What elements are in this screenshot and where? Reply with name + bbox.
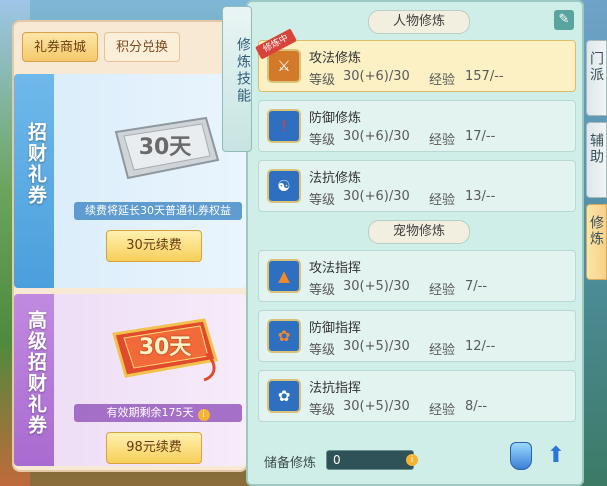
exp-label: 经验 — [429, 403, 456, 418]
side-tab-cultivation[interactable]: 修炼 — [586, 204, 607, 280]
info-icon[interactable]: i — [406, 454, 418, 466]
skill-exp: 8/-- — [465, 399, 488, 414]
silver-ticket-image: 30天 — [106, 114, 224, 184]
card-title: 高级招财礼券 — [25, 310, 47, 436]
skill-exp: 12/-- — [465, 339, 496, 354]
skill-level: 30(+5)/30 — [343, 339, 410, 354]
side-tab-sect[interactable]: 门派 — [586, 40, 607, 116]
side-tab-assist[interactable]: 辅助 — [586, 122, 607, 198]
skill-level: 30(+5)/30 — [343, 279, 410, 294]
potion-icon[interactable] — [510, 442, 532, 470]
cultivation-panel: 人物修炼 ✎ ⚔ 修炼中 攻法修炼 等级 30(+6)/30 经验 157/--… — [246, 0, 584, 486]
section-header-label: 人物修炼 — [367, 10, 470, 34]
edit-icon[interactable]: ✎ — [554, 10, 574, 30]
section-header-character: 人物修炼 — [324, 10, 514, 34]
skill-row-magic-resist-command[interactable]: ✿ 法抗指挥 等级 30(+5)/30 经验 8/-- — [258, 370, 576, 422]
skill-exp: 17/-- — [465, 129, 496, 144]
skill-level: 30(+6)/30 — [343, 69, 410, 84]
card-note: 续费将延长30天普通礼券权益 — [74, 202, 242, 220]
exp-label: 经验 — [429, 283, 456, 298]
side-tab-label: 门派 — [588, 51, 604, 83]
skill-level: 30(+6)/30 — [343, 189, 410, 204]
exp-label: 经验 — [429, 133, 456, 148]
exp-label: 经验 — [429, 343, 456, 358]
level-label: 等级 — [309, 283, 336, 298]
ticket-text: 30天 — [138, 335, 192, 360]
level-label: 等级 — [309, 343, 336, 358]
side-tab-label: 辅助 — [588, 133, 604, 165]
sword-shield-icon: ⚔ — [267, 49, 301, 83]
skill-row-magic-resist-cultivation[interactable]: ☯ 法抗修炼 等级 30(+6)/30 经验 13/-- — [258, 160, 576, 212]
skill-name: 法抗修炼 — [309, 171, 362, 186]
skill-level: 30(+6)/30 — [343, 129, 410, 144]
tab-cultivation-skills[interactable]: 修炼技能 — [222, 6, 252, 152]
exp-label: 经验 — [429, 73, 456, 88]
renew-98-button[interactable]: 98元续费 — [106, 432, 202, 464]
tab-coupon-mall[interactable]: 礼券商城 — [22, 32, 98, 62]
renew-30-button[interactable]: 30元续费 — [106, 230, 202, 262]
ticket-text: 30天 — [138, 135, 192, 160]
skill-name: 防御指挥 — [309, 321, 362, 336]
tab-label: 修炼技能 — [235, 37, 251, 105]
card-title: 招财礼券 — [25, 122, 47, 206]
yin-yang-icon: ☯ — [267, 169, 301, 203]
paw-shield-icon: ✿ — [267, 319, 301, 353]
reserve-cultivation-label: 储备修炼 — [264, 456, 317, 471]
pennant-icon: ▲ — [267, 259, 301, 293]
skill-exp: 13/-- — [465, 189, 496, 204]
level-label: 等级 — [309, 133, 336, 148]
section-header-label: 宠物修炼 — [367, 220, 470, 244]
premium-wealth-coupon-card: 高级招财礼券 30天 有效期剩余175天 i 98元续费 — [14, 294, 246, 466]
skill-name: 防御修炼 — [309, 111, 362, 126]
card-note-text: 续费将延长30天普通礼券权益 — [85, 204, 231, 217]
wealth-coupon-card: 招财礼券 30天 续费将延长30天普通礼券权益 30元续费 — [14, 74, 246, 288]
skill-name: 法抗指挥 — [309, 381, 362, 396]
upgrade-arrow-icon[interactable]: ⬆ — [544, 442, 568, 470]
card-note-text: 有效期剩余175天 — [106, 406, 194, 419]
exp-label: 经验 — [429, 193, 456, 208]
skill-level: 30(+5)/30 — [343, 399, 410, 414]
skill-name: 攻法指挥 — [309, 261, 362, 276]
card-note: 有效期剩余175天 i — [74, 404, 242, 422]
gold-ticket-image: 30天 — [106, 314, 224, 384]
skill-row-attack-command[interactable]: ▲ 攻法指挥 等级 30(+5)/30 经验 7/-- — [258, 250, 576, 302]
paw-icon: ✿ — [267, 379, 301, 413]
section-header-pet: 宠物修炼 — [324, 220, 514, 244]
level-label: 等级 — [309, 193, 336, 208]
level-label: 等级 — [309, 403, 336, 418]
info-icon[interactable]: i — [197, 409, 210, 421]
shop-tab-bar: 礼券商城 积分兑换 — [22, 32, 180, 62]
skill-name: 攻法修炼 — [309, 51, 362, 66]
skill-exp: 7/-- — [465, 279, 488, 294]
skill-row-defense-command[interactable]: ✿ 防御指挥 等级 30(+5)/30 经验 12/-- — [258, 310, 576, 362]
level-label: 等级 — [309, 73, 336, 88]
coupon-shop-panel: 礼券商城 积分兑换 招财礼券 30天 续费将延长30天普通礼券权益 30元续费 … — [14, 22, 246, 470]
skill-exp: 157/-- — [465, 69, 504, 84]
shield-icon: ! — [267, 109, 301, 143]
skill-row-defense-cultivation[interactable]: ! 防御修炼 等级 30(+6)/30 经验 17/-- — [258, 100, 576, 152]
side-tab-label: 修炼 — [588, 215, 604, 247]
reserve-cultivation-value: 0 — [326, 450, 414, 470]
tab-points-exchange[interactable]: 积分兑换 — [104, 32, 180, 62]
skill-row-attack-cultivation[interactable]: ⚔ 修炼中 攻法修炼 等级 30(+6)/30 经验 157/-- — [255, 28, 576, 92]
